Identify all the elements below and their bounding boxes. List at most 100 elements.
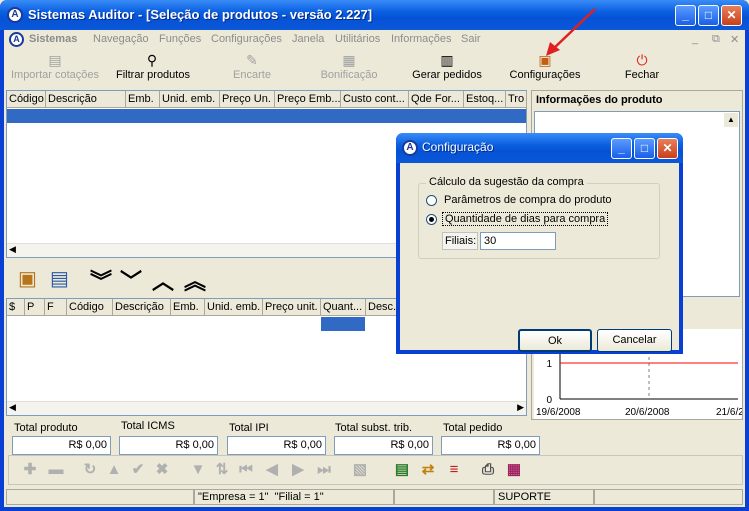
toolbar: ▤ Importar cotações ⚲ Filtrar produtos ✎… (4, 50, 745, 90)
oscroll-left-icon[interactable]: ◀ (9, 402, 16, 413)
sort-icon[interactable]: ⇅ (213, 461, 231, 479)
col-custo[interactable]: Custo cont... (341, 91, 409, 108)
remove-icon[interactable]: ▬ (47, 461, 65, 479)
col-qde-for[interactable]: Qde For... (409, 91, 464, 108)
col-estoq[interactable]: Estoq... (464, 91, 506, 108)
ocol-f[interactable]: F (45, 299, 67, 316)
col-emb[interactable]: Emb. (126, 91, 160, 108)
move-top-icon[interactable]: ︽ (184, 264, 206, 296)
col-descricao[interactable]: Descrição (46, 91, 126, 108)
dialog-close-button[interactable]: ✕ (657, 138, 678, 159)
menu-navegacao[interactable]: Navegação (93, 33, 149, 45)
col-preco-emb[interactable]: Preço Emb... (275, 91, 341, 108)
next-icon[interactable]: ▶ (289, 461, 307, 479)
ocol-dollar[interactable]: $ (7, 299, 25, 316)
selected-row[interactable] (7, 109, 526, 123)
status-pane-5 (594, 489, 743, 505)
total-produto-label: Total produto (14, 422, 78, 434)
ocol-p[interactable]: P (25, 299, 45, 316)
option-parametros-radio[interactable] (426, 195, 437, 206)
ocol-emb[interactable]: Emb. (171, 299, 205, 316)
selected-cell[interactable] (321, 317, 365, 331)
option-parametros-label[interactable]: Parâmetros de compra do produto (444, 194, 612, 206)
ocol-preco-unit[interactable]: Preço unit. (263, 299, 321, 316)
order-h-scrollbar[interactable]: ◀ ▶ (7, 401, 526, 415)
prior-icon[interactable]: ◀ (263, 461, 281, 479)
ocol-quant[interactable]: Quant... (321, 299, 366, 316)
import-button[interactable]: ▤ Importar cotações (10, 50, 100, 88)
total-icms-label: Total ICMS (121, 420, 175, 432)
maximize-button[interactable]: □ (698, 5, 719, 26)
cancel-icon[interactable]: ✖ (153, 461, 171, 479)
col-codigo[interactable]: Código (7, 91, 46, 108)
power-icon: ⏻ (636, 52, 648, 68)
last-icon[interactable]: ⏭ (315, 461, 333, 479)
mdi-restore-icon[interactable]: ⧉ (712, 33, 720, 46)
first-icon[interactable]: ⏮ (237, 461, 255, 479)
report-icon[interactable]: ▦ (505, 461, 523, 479)
total-ipi-label: Total IPI (229, 422, 269, 434)
up-icon[interactable]: ▲ (105, 461, 123, 479)
mdi-close-icon[interactable]: ✕ (730, 33, 739, 46)
oscroll-right-icon[interactable]: ▶ (517, 402, 524, 413)
col-preco-un[interactable]: Preço Un. (220, 91, 275, 108)
cancel-button[interactable]: Cancelar (597, 329, 672, 352)
fechar-button[interactable]: ⏻ Fechar (620, 50, 664, 88)
menu-sistemas[interactable]: Sistemas (29, 33, 77, 45)
total-subst-label: Total subst. trib. (335, 422, 413, 434)
minimize-button[interactable]: _ (675, 5, 696, 26)
scroll-up-icon[interactable]: ▲ (724, 113, 738, 127)
copy-icon[interactable]: ▧ (351, 461, 369, 479)
col-unid-emb[interactable]: Unid. emb. (160, 91, 220, 108)
move-down-icon[interactable]: ﹀ (120, 264, 142, 296)
list-icon[interactable]: ▤ (50, 266, 69, 291)
print-icon[interactable]: ⎙ (479, 461, 497, 479)
filiais-label: Filiais: (442, 232, 478, 250)
col-tro[interactable]: Tro (506, 91, 527, 108)
filter-button[interactable]: ⚲ Filtrar produtos (116, 50, 190, 88)
dialog-title-bar[interactable]: A Configuração _ □ ✕ (396, 133, 683, 163)
gerar-pedidos-button[interactable]: ▥ Gerar pedidos (412, 50, 482, 88)
export-icon[interactable]: ▤ (393, 461, 411, 479)
dialog-title: Configuração (422, 140, 494, 154)
refresh-icon[interactable]: ↻ (81, 461, 99, 479)
menu-funcoes[interactable]: Funções (159, 33, 201, 45)
mdi-minimize-icon[interactable]: _ (692, 33, 698, 45)
funnel-icon[interactable]: ▼ (189, 461, 207, 479)
menu-sair[interactable]: Sair (461, 33, 481, 45)
close-button[interactable]: ✕ (721, 5, 742, 26)
ocol-codigo[interactable]: Código (67, 299, 113, 316)
bonificacao-button[interactable]: ▦ Bonificação (318, 50, 380, 88)
import-icon: ▤ (48, 52, 62, 68)
sugestao-group-label: Cálculo da sugestão da compra (426, 176, 587, 188)
chart-x-tick: 19/6/2008 (536, 407, 581, 418)
filter-list-icon[interactable]: ≡ (445, 461, 463, 479)
menu-utilitarios[interactable]: Utilitários (335, 33, 380, 45)
add-icon[interactable]: ✚ (21, 461, 39, 479)
move-up-icon[interactable]: ︿ (152, 264, 174, 296)
document-icon: ▥ (440, 52, 454, 68)
option-dias-radio[interactable] (426, 214, 437, 225)
menu-configuracoes[interactable]: Configurações (211, 33, 282, 45)
ocol-descricao[interactable]: Descrição (113, 299, 171, 316)
dialog-minimize-button[interactable]: _ (611, 138, 632, 159)
filiais-input[interactable]: 30 (480, 232, 556, 250)
total-icms-field: R$ 0,00 (119, 436, 218, 455)
check-icon[interactable]: ✔ (129, 461, 147, 479)
encarte-button[interactable]: ✎ Encarte (228, 50, 276, 88)
status-empresa: "Empresa = 1" (198, 491, 269, 503)
box-icon[interactable]: ▣ (18, 266, 37, 291)
transfer-icon[interactable]: ⇄ (419, 461, 437, 479)
scroll-left-icon[interactable]: ◀ (9, 244, 16, 255)
option-dias-label[interactable]: Quantidade de dias para compra (442, 212, 609, 226)
status-bar: "Empresa = 1" "Filial = 1" SUPORTE (4, 489, 745, 505)
title-bar[interactable]: A Sistemas Auditor - [Seleção de produto… (0, 0, 749, 30)
navigator-bar: ✚ ▬ ↻ ▲ ✔ ✖ ▼ ⇅ ⏮ ◀ ▶ ⏭ ▧ ▤ ⇄ ≡ ⎙ ▦ (8, 455, 743, 485)
ok-button[interactable]: Ok (518, 329, 592, 352)
ocol-unid-emb[interactable]: Unid. emb. (205, 299, 263, 316)
move-bottom-icon[interactable]: ︾ (90, 264, 112, 296)
info-panel-title: Informações do produto (536, 94, 663, 106)
menu-janela[interactable]: Janela (292, 33, 324, 45)
menu-informacoes[interactable]: Informações (391, 33, 452, 45)
dialog-maximize-button[interactable]: □ (634, 138, 655, 159)
